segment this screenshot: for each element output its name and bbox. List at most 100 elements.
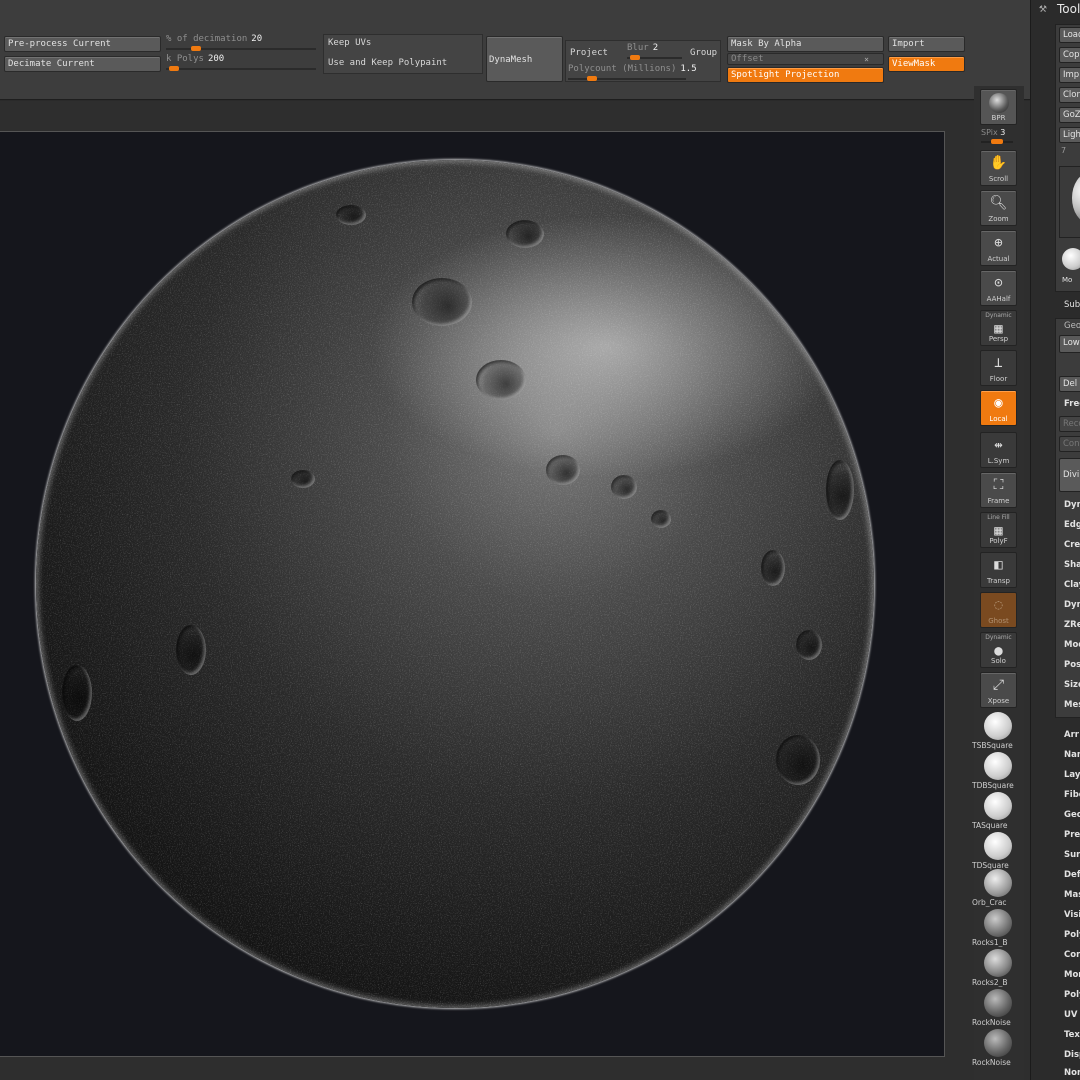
- blur-slider[interactable]: Blur 2: [627, 43, 682, 60]
- blur-knob[interactable]: [630, 55, 641, 60]
- bpr-button[interactable]: BPR: [980, 89, 1017, 125]
- geometry-item[interactable]: Edg: [1064, 520, 1080, 530]
- tool-menu-item[interactable]: Tex: [1064, 1030, 1080, 1040]
- scroll-label: Scroll: [988, 175, 1009, 183]
- persp-button[interactable]: Dynamic ▦ Persp: [980, 310, 1017, 346]
- tool-menu-item[interactable]: Poly: [1064, 930, 1080, 940]
- reconstruct-subdiv-button[interactable]: Reco: [1059, 416, 1080, 432]
- clone-tool-button[interactable]: Clon: [1059, 87, 1080, 103]
- lsym-button[interactable]: ⇹ L.Sym: [980, 432, 1017, 468]
- tool-menu-item[interactable]: Surf: [1064, 850, 1080, 860]
- keep-polypaint-button[interactable]: Use and Keep Polypaint: [325, 56, 480, 72]
- spix-knob[interactable]: [991, 139, 1003, 144]
- crater: [476, 360, 526, 400]
- geometry-item[interactable]: Mod: [1064, 640, 1080, 650]
- tool-menu-item[interactable]: Nan: [1064, 750, 1080, 760]
- polycount-slider[interactable]: Polycount (Millions) 1.5: [568, 64, 697, 81]
- tool-menu-item[interactable]: Disp: [1064, 1050, 1080, 1060]
- geometry-item[interactable]: Mes: [1064, 700, 1080, 710]
- frame-label: Frame: [987, 497, 1010, 505]
- crater: [796, 630, 822, 660]
- geometry-item[interactable]: ZRe: [1064, 620, 1080, 630]
- ghost-button[interactable]: ◌ Ghost: [980, 592, 1017, 628]
- offset-slider[interactable]: Offset ×: [727, 53, 884, 65]
- tool-menu-item[interactable]: Arr: [1064, 730, 1079, 740]
- tool-menu-item[interactable]: Mor: [1064, 970, 1080, 980]
- lightbox-tools-button[interactable]: Ligh: [1059, 127, 1080, 143]
- tool-menu-item[interactable]: Fibe: [1064, 790, 1080, 800]
- brush-slot-rocknoise-2[interactable]: RockNoise: [972, 1029, 1020, 1069]
- import-tool-button[interactable]: Imp: [1059, 67, 1080, 83]
- tool-menu-item[interactable]: Mas: [1064, 890, 1080, 900]
- frame-button[interactable]: ⛶ Frame: [980, 472, 1017, 508]
- k-polys-knob[interactable]: [168, 66, 179, 71]
- transp-button[interactable]: ◧ Transp: [980, 552, 1017, 588]
- tool-thumbnail[interactable]: [1059, 166, 1080, 238]
- dynamesh-button[interactable]: DynaMesh: [486, 36, 563, 82]
- geometry-item[interactable]: Posi: [1064, 660, 1080, 670]
- subtool-menu[interactable]: Sub: [1064, 300, 1080, 310]
- geometry-item[interactable]: Clay: [1064, 580, 1080, 590]
- brush-slot-rocknoise-1[interactable]: RockNoise: [972, 989, 1020, 1029]
- mask-by-alpha-button[interactable]: Mask By Alpha: [727, 36, 884, 52]
- keep-uvs-button[interactable]: Keep UVs: [325, 36, 480, 52]
- viewmask-button[interactable]: ViewMask: [888, 56, 965, 72]
- decimate-current-button[interactable]: Decimate Current: [4, 56, 161, 72]
- xpose-button[interactable]: ⤢ Xpose: [980, 672, 1017, 708]
- brush-label: RockNoise: [972, 1058, 1011, 1067]
- group-button[interactable]: Group: [687, 46, 721, 62]
- brush-slot-tsbsquare[interactable]: TSBSquare: [972, 712, 1020, 752]
- offset-close-icon[interactable]: ×: [864, 54, 869, 64]
- preprocess-current-button[interactable]: Pre-process Current: [4, 36, 161, 52]
- tool-menu-item[interactable]: Geo: [1064, 810, 1080, 820]
- decimation-percent-slider[interactable]: % of decimation 20: [166, 34, 316, 51]
- geometry-item[interactable]: Dyn: [1064, 500, 1080, 510]
- brush-slot-tasquare[interactable]: TASquare: [972, 792, 1020, 832]
- brush-slot-rocks1[interactable]: Rocks1_B: [972, 909, 1020, 949]
- import-button[interactable]: Import: [888, 36, 965, 52]
- tool-menu-item[interactable]: Con: [1064, 950, 1080, 960]
- geometry-item[interactable]: Crea: [1064, 540, 1080, 550]
- tool-menu-item[interactable]: Lay: [1064, 770, 1080, 780]
- solo-button[interactable]: Dynamic ● Solo: [980, 632, 1017, 668]
- tool-menu-item[interactable]: Nor: [1064, 1068, 1080, 1078]
- tool-menu-item[interactable]: UV: [1064, 1010, 1077, 1020]
- brush-slot-tdbsquare[interactable]: TDBSquare: [972, 752, 1020, 792]
- geometry-item[interactable]: Sha: [1064, 560, 1080, 570]
- freeze-subdiv-button[interactable]: Free: [1064, 399, 1080, 409]
- goz-button[interactable]: GoZ: [1059, 107, 1080, 123]
- lower-res-button[interactable]: Low: [1059, 335, 1080, 353]
- tool-menu-item[interactable]: Poly: [1064, 990, 1080, 1000]
- divide-button[interactable]: Divi: [1059, 458, 1080, 492]
- local-button[interactable]: ◉ Local: [980, 390, 1017, 426]
- spix-slider[interactable]: SPix 3: [981, 128, 1013, 144]
- brush-slot-tdsquare[interactable]: TDSquare: [972, 832, 1020, 872]
- aahalf-button[interactable]: ⊙ AAHalf: [980, 270, 1017, 306]
- geometry-item[interactable]: Dyn: [1064, 600, 1080, 610]
- tool-menu-item[interactable]: Pre: [1064, 830, 1080, 840]
- k-polys-slider[interactable]: k Polys 200: [166, 54, 316, 71]
- geometry-header[interactable]: Geo: [1064, 321, 1080, 331]
- moon-sphere-model[interactable]: [36, 160, 874, 1008]
- actual-button[interactable]: ⊕ Actual: [980, 230, 1017, 266]
- polycount-knob[interactable]: [586, 76, 597, 81]
- model-thumbnail-icon[interactable]: [1062, 248, 1080, 270]
- tool-menu-item[interactable]: Def: [1064, 870, 1080, 880]
- del-lower-button[interactable]: Del: [1059, 376, 1080, 392]
- spotlight-projection-button[interactable]: Spotlight Projection: [727, 67, 884, 83]
- sphere-thumbnail-icon: [1072, 173, 1080, 223]
- zoom-button[interactable]: 🔍︎ Zoom: [980, 190, 1017, 226]
- floor-button[interactable]: ⊥ Floor: [980, 350, 1017, 386]
- scroll-button[interactable]: ✋ Scroll: [980, 150, 1017, 186]
- brush-slot-orb-crac[interactable]: Orb_Crac: [972, 869, 1020, 909]
- project-button[interactable]: Project: [567, 46, 622, 62]
- brush-slot-rocks2[interactable]: Rocks2_B: [972, 949, 1020, 989]
- polyf-button[interactable]: Line Fill ▦ PolyF: [980, 512, 1017, 548]
- tool-palette-title[interactable]: Tool: [1057, 2, 1080, 16]
- geometry-item[interactable]: Size: [1064, 680, 1080, 690]
- copy-tool-button[interactable]: Copy: [1059, 47, 1080, 63]
- decimation-percent-knob[interactable]: [191, 46, 201, 51]
- tool-menu-item[interactable]: Visi: [1064, 910, 1080, 920]
- load-tool-button[interactable]: Load: [1059, 27, 1080, 43]
- convert-bpr-button[interactable]: Conv: [1059, 436, 1080, 452]
